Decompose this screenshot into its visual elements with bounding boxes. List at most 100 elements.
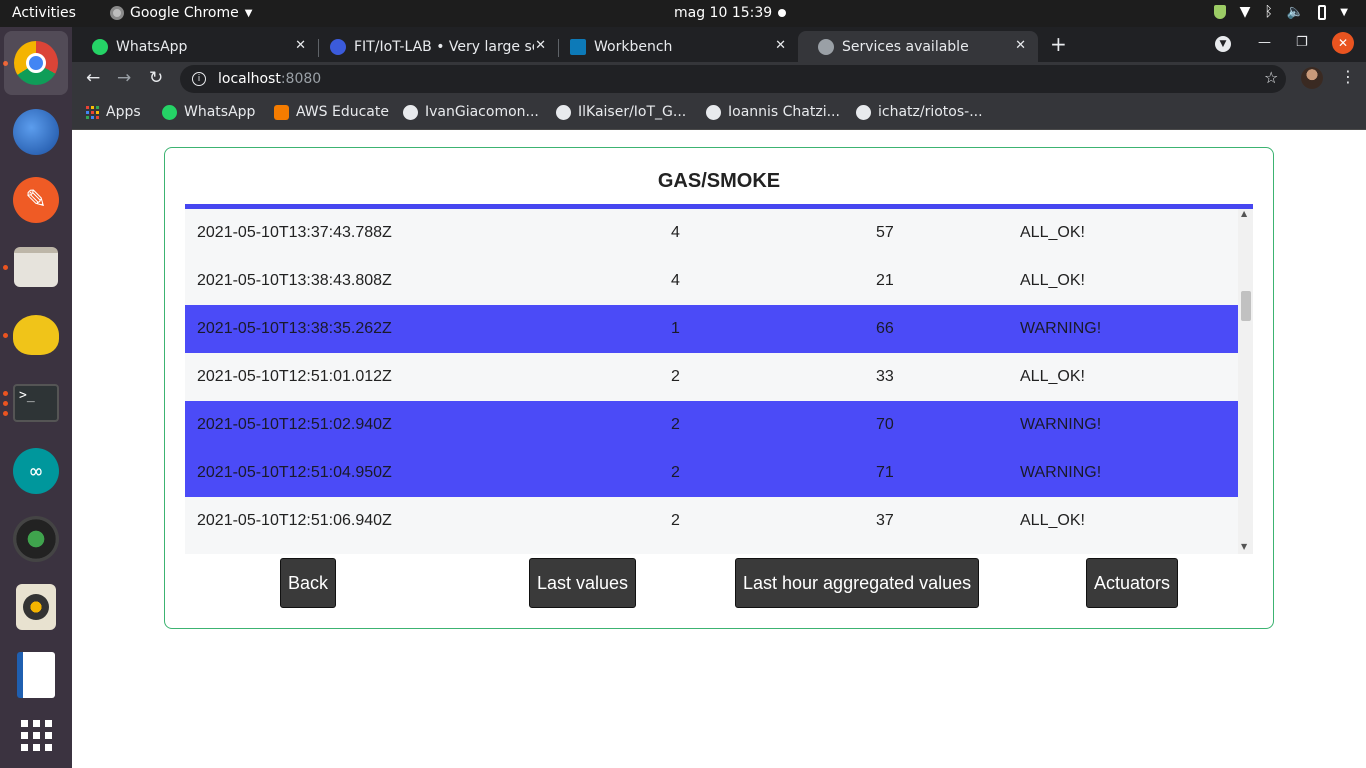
timestamp-cell: 2021-05-10T12:51:02.940Z <box>197 416 392 433</box>
system-top-bar: Activities Google Chrome ▼ mag 10 15:39 … <box>0 0 1366 27</box>
libreoffice-impress-icon <box>17 652 55 698</box>
app-menu-label: Google Chrome <box>130 5 239 21</box>
menu-kebab-icon[interactable]: ⋮ <box>1340 67 1356 86</box>
info-icon[interactable]: i <box>192 72 206 86</box>
notification-dot-icon <box>778 9 786 17</box>
scroll-thumb[interactable] <box>1241 291 1251 321</box>
chrome-icon <box>110 6 124 20</box>
timestamp-cell: 2021-05-10T12:51:04.950Z <box>197 464 392 481</box>
dock-thunderbird[interactable] <box>11 107 61 157</box>
reload-icon[interactable]: ↻ <box>149 68 163 88</box>
dock-camera[interactable] <box>11 514 61 564</box>
actuators-button[interactable]: Actuators <box>1086 558 1179 608</box>
web-page: GAS/SMOKE 2021-05-10T13:37:43.788Z 4 57 ALL… <box>72 131 1366 768</box>
system-menu-arrow-icon[interactable]: ▼ <box>1340 7 1348 18</box>
value-b-cell: 66 <box>876 320 894 337</box>
dock-arduino[interactable]: ∞ <box>11 446 61 496</box>
bookmark-ivangiacomon[interactable]: IvanGiacomon... <box>403 104 539 120</box>
workbench-icon <box>570 38 586 55</box>
readings-table[interactable]: 2021-05-10T13:37:43.788Z 4 57 ALL_OK! 2021-0… <box>185 204 1253 554</box>
rhythmbox-icon <box>16 584 56 630</box>
maximize-button[interactable]: ❐ <box>1296 35 1308 50</box>
table-row: 2021-05-10T12:51:06.940Z 2 37 ALL_OK! <box>185 497 1238 545</box>
bookmark-label: IlKaiser/IoT_G... <box>578 104 687 120</box>
bookmark-label: AWS Educate <box>296 104 389 120</box>
dock-teapot[interactable] <box>11 310 61 360</box>
table-row: 2021-05-10T13:37:43.788Z 4 57 ALL_OK! <box>185 209 1238 257</box>
terminal-icon: >_ <box>13 384 59 422</box>
last-hour-aggregated-button[interactable]: Last hour aggregated values <box>735 558 980 608</box>
shield-icon[interactable] <box>1213 5 1226 19</box>
volume-icon[interactable]: 🔈 <box>1287 4 1304 20</box>
running-indicator <box>3 401 8 406</box>
browser-toolbar: ← → ↻ i localhost:8080 ☆ ⋮ <box>72 62 1366 95</box>
dock-chrome[interactable] <box>4 31 68 95</box>
back-button[interactable]: Back <box>280 558 337 608</box>
scroll-up-arrow-icon[interactable]: ▲ <box>1241 209 1247 218</box>
table-row: 2021-05-10T13:38:43.808Z 4 21 ALL_OK! <box>185 257 1238 305</box>
dock-libreoffice-impress[interactable] <box>11 650 61 700</box>
files-icon <box>14 247 58 287</box>
running-indicator <box>3 391 8 396</box>
profile-avatar[interactable] <box>1301 67 1323 89</box>
dock-postman[interactable]: ✎ <box>11 175 61 225</box>
close-icon[interactable]: ✕ <box>295 38 306 53</box>
close-icon[interactable]: ✕ <box>1015 38 1026 53</box>
whatsapp-icon <box>162 104 177 120</box>
dropdown-arrow-icon: ▼ <box>244 7 253 19</box>
table-row: 2021-05-10T12:51:04.950Z 2 71 WARNING! <box>185 449 1238 497</box>
bookmark-whatsapp[interactable]: WhatsApp <box>162 104 255 120</box>
last-values-button[interactable]: Last values <box>529 558 637 608</box>
table-scrollbar[interactable]: ▲ ▼ <box>1238 209 1253 554</box>
battery-icon[interactable] <box>1318 4 1327 20</box>
camera-icon <box>13 516 59 562</box>
show-applications-button[interactable] <box>11 710 61 760</box>
timestamp-cell: 2021-05-10T12:51:01.012Z <box>197 368 392 385</box>
back-arrow-icon[interactable]: ← <box>86 68 100 88</box>
tab-search-icon[interactable]: ▼ <box>1215 36 1231 52</box>
address-bar[interactable]: i localhost:8080 <box>180 65 1286 93</box>
dock-rhythmbox[interactable] <box>11 582 61 632</box>
tab-label: Workbench <box>594 38 673 55</box>
wifi-icon[interactable]: ▼ <box>1240 4 1251 20</box>
window-close-button[interactable]: ✕ <box>1332 32 1354 54</box>
bookmark-ichatz-riotos[interactable]: ichatz/riotos-... <box>856 104 983 120</box>
timestamp-cell: 2021-05-10T13:38:35.262Z <box>197 320 392 337</box>
value-a-cell: 2 <box>671 464 680 481</box>
github-icon <box>856 104 871 120</box>
new-tab-button[interactable]: + <box>1050 32 1067 56</box>
forward-arrow-icon[interactable]: → <box>117 68 131 88</box>
thunderbird-icon <box>13 109 59 155</box>
bookmark-aws-educate[interactable]: AWS Educate <box>274 104 389 120</box>
table-row: 2021-05-10T12:51:02.940Z 2 70 WARNING! <box>185 401 1238 449</box>
timestamp-cell: 2021-05-10T13:37:43.788Z <box>197 224 392 241</box>
close-icon[interactable]: ✕ <box>535 38 546 53</box>
tab-workbench[interactable]: Workbench ✕ <box>550 31 798 62</box>
tab-services-available[interactable]: Services available ✕ <box>798 31 1038 62</box>
value-b-cell: 71 <box>876 464 894 481</box>
dock-terminal[interactable]: >_ <box>11 378 61 428</box>
bookmark-ioannis-chatzi[interactable]: Ioannis Chatzi... <box>706 104 840 120</box>
timestamp-cell: 2021-05-10T12:51:06.940Z <box>197 512 392 529</box>
system-tray[interactable]: ▼ ᛒ 🔈 ▼ <box>1213 4 1348 20</box>
activities-button[interactable]: Activities <box>12 5 76 21</box>
bookmark-ilkaiser[interactable]: IlKaiser/IoT_G... <box>556 104 686 120</box>
status-cell: WARNING! <box>1020 320 1102 337</box>
arduino-icon: ∞ <box>13 448 59 494</box>
value-a-cell: 4 <box>671 224 680 241</box>
minimize-button[interactable]: — <box>1258 35 1271 50</box>
scroll-down-arrow-icon[interactable]: ▼ <box>1241 542 1247 551</box>
github-icon <box>403 104 418 120</box>
tab-whatsapp[interactable]: WhatsApp ✕ <box>72 31 318 62</box>
dock-files[interactable] <box>11 242 61 292</box>
clock[interactable]: mag 10 15:39 <box>674 5 772 21</box>
app-menu[interactable]: Google Chrome ▼ <box>110 5 252 21</box>
bookmark-apps[interactable]: Apps <box>86 104 141 120</box>
bluetooth-icon[interactable]: ᛒ <box>1264 4 1272 20</box>
tab-fit-iot-lab[interactable]: FIT/IoT-LAB • Very large sc ✕ <box>310 31 558 62</box>
value-b-cell: 37 <box>876 512 894 529</box>
tab-label: FIT/IoT-LAB • Very large sc <box>354 38 534 55</box>
close-icon[interactable]: ✕ <box>775 38 786 53</box>
bookmark-star-icon[interactable]: ☆ <box>1264 68 1278 87</box>
value-a-cell: 4 <box>671 272 680 289</box>
